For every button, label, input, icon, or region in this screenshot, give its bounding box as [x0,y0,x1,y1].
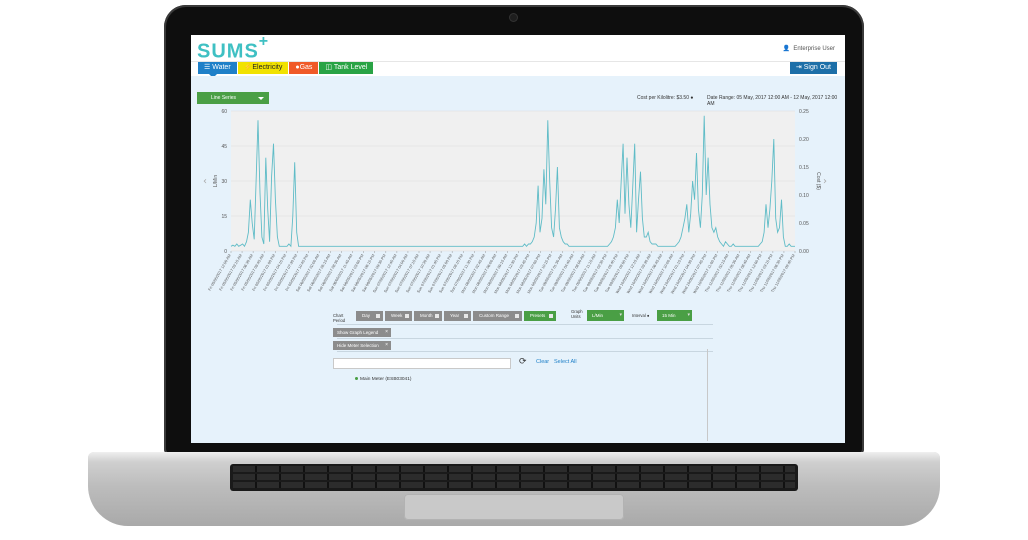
chart-next-icon[interactable]: › [823,176,827,187]
y-tick-label: 0 [224,249,227,255]
tab-gas[interactable]: ●Gas [289,62,319,74]
select-all-link[interactable]: Select All [554,359,577,365]
y2-tick-label: 0.15 [799,165,809,171]
main-content: Line Series Cost per Kilolitre: $3.50 ● … [191,76,845,443]
interval-label: Interval ● [632,313,650,318]
y-tick-label: 15 [221,214,227,220]
tab-electricity[interactable]: ⚡Electricity [237,62,289,74]
y2-tick-label: 0.00 [799,249,809,255]
period-custom-range-button[interactable]: Custom Range [473,311,522,321]
y-tick-label: 45 [221,144,227,150]
chart-period-label: Chart Period [333,313,346,323]
user-icon: 👤 [782,46,790,52]
sign-out-button[interactable]: ⇥ Sign Out [789,62,837,74]
period-year-button[interactable]: Year [444,311,471,321]
y2-axis-label: Cost ($) [815,172,821,190]
meter-search-input[interactable] [333,358,511,369]
key-row [233,474,795,480]
utility-tabs: ☰ Water ⚡Electricity ●Gas ◫ Tank Level [198,62,374,78]
camera-icon [510,14,517,21]
tank-icon: ◫ [325,64,333,71]
divider [337,338,713,339]
keyboard [230,464,798,491]
y-tick-label: 60 [221,109,227,115]
close-icon[interactable]: × [385,341,388,350]
y-tick-label: 30 [221,179,227,185]
trackpad [404,494,624,520]
meter-item[interactable]: Main Meter (ESB03041) [355,377,411,382]
tab-water[interactable]: ☰ Water [198,62,237,78]
y2-tick-label: 0.10 [799,193,809,199]
period-day-button[interactable]: Day [356,311,383,321]
laptop-lid: SUMS+ 👤 Enterprise User ☰ Water ⚡Electri… [164,5,864,455]
hide-meter-toggle[interactable]: Hide Meter Selection × [333,341,391,350]
period-week-button[interactable]: Week [385,311,412,321]
user-menu[interactable]: 👤 Enterprise User [782,45,835,52]
period-presets-button[interactable]: Presets [524,311,556,321]
y-axis-label: L/Min [213,175,219,187]
base-lip [88,452,940,462]
app-logo[interactable]: SUMS+ [197,35,269,64]
sign-out-icon: ⇥ [795,64,802,71]
laptop-screen: SUMS+ 👤 Enterprise User ☰ Water ⚡Electri… [191,35,845,443]
clear-link[interactable]: Clear [536,359,549,365]
close-icon[interactable]: × [385,328,388,337]
water-icon: ☰ [204,64,211,71]
top-bar: SUMS+ 👤 Enterprise User [191,35,845,64]
period-month-button[interactable]: Month [414,311,442,321]
graph-units-label: Graph Units [571,309,583,319]
usage-chart: 0 15 30 45 60 0.00 0.05 0.10 0.15 0.20 0.25 L/Min Co… [203,109,827,295]
laptop-base [88,452,940,526]
info-icon[interactable]: ● [690,95,693,101]
info-icon[interactable]: ● [647,313,650,318]
y2-tick-label: 0.25 [799,109,809,115]
divider [337,324,713,325]
cost-per-kilolitre: Cost per Kilolitre: $3.50 ● [637,95,694,101]
refresh-icon[interactable]: ⟳ [519,356,527,367]
divider [337,351,713,352]
tab-tank-level[interactable]: ◫ Tank Level [319,62,374,74]
meter-list-scrollbar[interactable] [707,349,708,441]
graph-units-select[interactable]: L/Min [587,310,624,321]
key-row [233,482,795,488]
y2-tick-label: 0.05 [799,221,809,227]
show-legend-toggle[interactable]: Show Graph Legend × [333,328,391,337]
interval-select[interactable]: 15 Min [657,310,692,321]
y2-tick-label: 0.20 [799,137,809,143]
status-dot [355,377,358,380]
key-row [233,466,795,472]
chart-prev-icon[interactable]: ‹ [203,176,207,187]
